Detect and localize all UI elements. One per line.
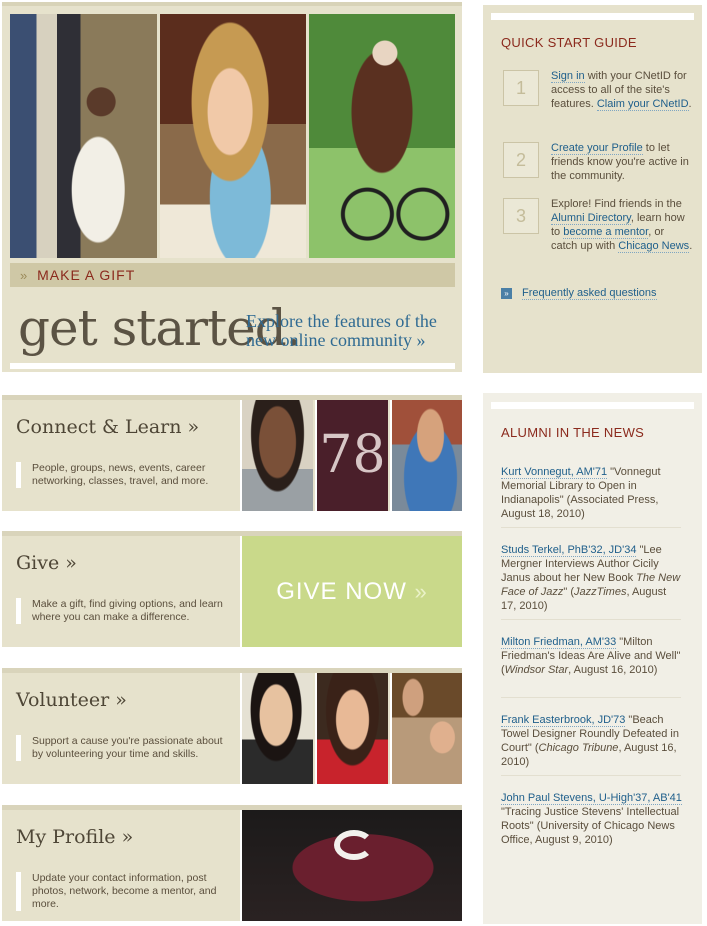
chicago-c-logo-icon — [334, 830, 374, 860]
inline-text: , August 16, 2010) — [568, 664, 658, 676]
hero-photo-cyclist — [309, 14, 455, 258]
inline-link[interactable]: Chicago News — [618, 240, 690, 253]
inline-text: Explore! Find friends in the — [551, 198, 682, 210]
connect-photo-alumna — [240, 400, 313, 511]
connect-learn-description: People, groups, news, events, career net… — [16, 462, 226, 488]
step-number: 2 — [503, 142, 539, 178]
news-divider — [501, 775, 681, 776]
alumni-news-heading: ALUMNI IN THE NEWS — [501, 425, 645, 440]
news-item: Frank Easterbrook, JD'73 "Beach Towel De… — [501, 713, 683, 769]
hero-banner: » MAKE A GIFT get started. Explore the f… — [2, 2, 462, 372]
my-profile-panel[interactable]: My Profile » Update your contact informa… — [2, 805, 462, 921]
alumni-news-sidebar: ALUMNI IN THE NEWS Kurt Vonnegut, AM'71 … — [483, 393, 702, 924]
give-now-label: GIVE NOW — [276, 578, 407, 605]
step-number: 3 — [503, 198, 539, 234]
inline-link[interactable]: Milton Friedman, AM'33 — [501, 636, 617, 649]
chevron-right-icon: » — [20, 268, 29, 283]
give-description: Make a gift, find giving options, and le… — [16, 598, 226, 624]
step-text: Explore! Find friends in the Alumni Dire… — [551, 197, 693, 253]
volunteer-photo-woman — [315, 673, 388, 784]
my-profile-description: Update your contact information, post ph… — [16, 872, 226, 911]
inline-link[interactable]: Alumni Directory — [551, 212, 631, 225]
news-divider — [501, 619, 681, 620]
quick-start-topline — [491, 13, 694, 20]
volunteer-panel[interactable]: Volunteer » Support a cause you're passi… — [2, 668, 462, 784]
inline-text: . — [689, 240, 693, 252]
inline-link[interactable]: Studs Terkel, PhB'32, JD'34 — [501, 544, 637, 557]
volunteer-photo-phone — [240, 673, 313, 784]
step-number: 1 — [503, 70, 539, 106]
connect-learn-panel[interactable]: Connect & Learn » People, groups, news, … — [2, 395, 462, 511]
italic-text: Chicago Tribune — [538, 742, 619, 754]
make-a-gift-label: MAKE A GIFT — [37, 267, 136, 283]
connect-photo-jersey: 78 — [315, 400, 388, 511]
volunteer-photo-group — [390, 673, 462, 784]
news-topline — [491, 402, 694, 409]
inline-link[interactable]: Sign in — [551, 70, 585, 83]
quick-start-step: 1 Sign in with your CNetID for access to… — [503, 69, 693, 111]
make-a-gift-link[interactable]: » MAKE A GIFT — [10, 263, 455, 287]
faq-label[interactable]: Frequently asked questions — [522, 287, 657, 300]
news-divider — [501, 527, 681, 528]
news-item: Milton Friedman, AM'33 "Milton Friedman'… — [501, 635, 683, 677]
quick-start-step: 2 Create your Profile to let friends kno… — [503, 141, 693, 183]
explore-features-link[interactable]: Explore the features of the new online c… — [246, 312, 446, 350]
chevron-right-icon: » — [414, 579, 428, 604]
hero-divider — [10, 363, 455, 369]
volunteer-title[interactable]: Volunteer » — [16, 689, 127, 711]
italic-text: Windsor Star — [504, 664, 569, 676]
inline-text: "Tracing Justice Stevens' Intellectual R… — [501, 806, 680, 846]
step-text: Create your Profile to let friends know … — [551, 141, 693, 183]
give-panel[interactable]: Give » Make a gift, find giving options,… — [2, 531, 462, 647]
give-now-button[interactable]: GIVE NOW » — [240, 536, 462, 647]
hero-photo-student-reading — [160, 14, 306, 258]
quick-start-heading: QUICK START GUIDE — [501, 35, 637, 50]
inline-text: " ( — [563, 586, 574, 598]
connect-photo-speaker — [390, 400, 462, 511]
my-profile-title[interactable]: My Profile » — [16, 826, 133, 848]
news-item: John Paul Stevens, U-High'37, AB'41 "Tra… — [501, 791, 683, 847]
inline-link[interactable]: Kurt Vonnegut, AM'71 — [501, 466, 608, 479]
inline-text: . — [688, 98, 692, 110]
hero-photo-classroom — [10, 14, 157, 258]
inline-link[interactable]: become a mentor — [563, 226, 649, 239]
arrow-square-icon: » — [501, 287, 512, 299]
connect-learn-title[interactable]: Connect & Learn » — [16, 416, 199, 438]
give-title[interactable]: Give » — [16, 552, 77, 574]
inline-link[interactable]: Claim your CNetID — [596, 98, 689, 111]
inline-link[interactable]: Create your Profile — [551, 142, 643, 155]
quick-start-step: 3 Explore! Find friends in the Alumni Di… — [503, 197, 693, 253]
volunteer-description: Support a cause you're passionate about … — [16, 735, 226, 761]
inline-link[interactable]: Frank Easterbrook, JD'73 — [501, 714, 626, 727]
profile-photo-cap — [240, 810, 462, 921]
inline-link[interactable]: John Paul Stevens, U-High'37, AB'41 — [501, 792, 682, 805]
news-item: Studs Terkel, PhB'32, JD'34 "Lee Mergner… — [501, 543, 683, 613]
quick-start-guide: QUICK START GUIDE 1 Sign in with your CN… — [483, 5, 702, 373]
step-text: Sign in with your CNetID for access to a… — [551, 69, 693, 111]
faq-link[interactable]: » Frequently asked questions — [501, 287, 657, 300]
news-item: Kurt Vonnegut, AM'71 "Vonnegut Memorial … — [501, 465, 683, 521]
italic-text: JazzTimes — [573, 586, 627, 598]
news-divider — [501, 697, 681, 698]
